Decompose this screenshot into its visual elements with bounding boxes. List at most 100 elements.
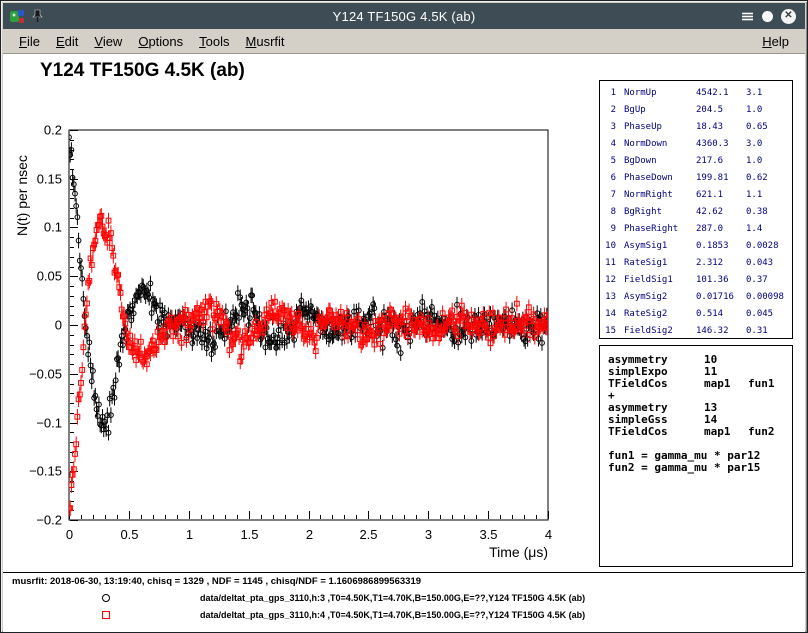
- param-row: 1NormUp4542.13.1: [600, 85, 792, 102]
- param-name: RateSig1: [624, 255, 696, 272]
- menu-help[interactable]: Help: [754, 34, 797, 49]
- legend-marker-square-icon: [102, 611, 110, 619]
- param-value: 217.6: [696, 153, 746, 170]
- param-row: 11 RateSig12.3120.043: [600, 255, 792, 272]
- param-row: 10 AsymSig10.18530.0028: [600, 238, 792, 255]
- param-error: 0.65: [746, 119, 792, 136]
- theory-t-c2: fun2: [748, 426, 792, 438]
- param-value: 2.312: [696, 255, 746, 272]
- param-number: 1: [600, 85, 616, 102]
- param-value: 0.1853: [696, 238, 746, 255]
- param-number: 7: [600, 187, 616, 204]
- plot-canvas: Y124 TF150G 4.5K (ab) −0.2−0.15−0.1−0.05…: [3, 54, 805, 632]
- param-name: BgRight: [624, 204, 696, 221]
- y-axis-label: N(t) per nsec: [14, 155, 30, 236]
- param-row: 5 BgDown217.61.0: [600, 153, 792, 170]
- theory-line: TFieldCosmap1fun2: [608, 426, 792, 438]
- svg-text:2.5: 2.5: [359, 527, 377, 542]
- param-row: 12FieldSig1101.360.37: [600, 272, 792, 289]
- param-number: 10: [600, 238, 616, 255]
- menu-musrfit[interactable]: Musrfit: [238, 34, 293, 49]
- param-number: 11: [600, 255, 616, 272]
- close-icon-glyph: ✕: [781, 9, 796, 24]
- svg-text:0: 0: [55, 318, 62, 333]
- param-number: 13: [600, 289, 616, 306]
- param-name: AsymSig1: [624, 238, 696, 255]
- param-error: 0.0028: [746, 238, 792, 255]
- titlebar[interactable]: Y124 TF150G 4.5K (ab) ✕: [3, 3, 805, 29]
- svg-text:4: 4: [545, 527, 552, 542]
- param-name: FieldSig2: [624, 323, 696, 339]
- svg-text:0.5: 0.5: [120, 527, 138, 542]
- param-value: 287.0: [696, 221, 746, 238]
- x-axis-label: Time (μs): [489, 544, 548, 560]
- svg-text:−0.05: −0.05: [29, 367, 62, 382]
- menu-options[interactable]: Options: [130, 34, 191, 49]
- close-icon[interactable]: ✕: [781, 9, 796, 24]
- theory-t-name: TFieldCos: [608, 378, 704, 390]
- menu-file[interactable]: File: [11, 34, 48, 49]
- theory-t-name: TFieldCos: [608, 426, 704, 438]
- shade-icon[interactable]: [741, 10, 754, 23]
- legend-label: data/deltat_pta_gps_3110,h:3 ,T0=4.50K,T…: [200, 593, 585, 603]
- theory-t-c2: [748, 354, 792, 366]
- param-row: 6PhaseDown199.810.62: [600, 170, 792, 187]
- application-window: Y124 TF150G 4.5K (ab) ✕ FileEditViewOpti…: [0, 0, 808, 633]
- theory-t-c1: map1: [704, 378, 748, 390]
- menu-tools[interactable]: Tools: [191, 34, 237, 49]
- parameter-box: 1NormUp4542.13.12BgUp204.51.03PhaseUp18.…: [599, 80, 793, 339]
- param-value: 146.32: [696, 323, 746, 339]
- param-row: 3PhaseUp18.430.65: [600, 119, 792, 136]
- maximize-icon[interactable]: [762, 11, 773, 22]
- svg-text:−0.15: −0.15: [29, 464, 62, 479]
- param-number: 2: [600, 102, 616, 119]
- param-name: PhaseDown: [624, 170, 696, 187]
- param-error: 0.38: [746, 204, 792, 221]
- svg-text:0.05: 0.05: [37, 269, 62, 284]
- param-name: PhaseRight: [624, 221, 696, 238]
- param-number: 12: [600, 272, 616, 289]
- param-error: 1.4: [746, 221, 792, 238]
- param-row: 9PhaseRight287.01.4: [600, 221, 792, 238]
- menubar-right: Help: [754, 34, 797, 49]
- legend: data/deltat_pta_gps_3110,h:3 ,T0=4.50K,T…: [3, 590, 805, 624]
- svg-text:0.1: 0.1: [44, 220, 62, 235]
- param-row: 2BgUp204.51.0: [600, 102, 792, 119]
- svg-text:0: 0: [66, 527, 73, 542]
- param-number: 14: [600, 306, 616, 323]
- param-name: BgUp: [624, 102, 696, 119]
- menubar-left: FileEditViewOptionsToolsMusrfit: [11, 34, 293, 49]
- app-icon[interactable]: [10, 9, 25, 24]
- param-name: RateSig2: [624, 306, 696, 323]
- param-error: 1.0: [746, 102, 792, 119]
- param-row: 7NormRight621.11.1: [600, 187, 792, 204]
- theory-line: TFieldCosmap1fun1: [608, 378, 792, 390]
- svg-text:0.15: 0.15: [37, 172, 62, 187]
- param-error: 1.0: [746, 153, 792, 170]
- param-number: 6: [600, 170, 616, 187]
- menu-view[interactable]: View: [86, 34, 130, 49]
- data-series-h3: [67, 129, 551, 440]
- param-name: NormRight: [624, 187, 696, 204]
- param-error: 3.0: [746, 136, 792, 153]
- param-number: 8: [600, 204, 616, 221]
- legend-row: data/deltat_pta_gps_3110,h:3 ,T0=4.50K,T…: [3, 590, 805, 607]
- menubar: FileEditViewOptionsToolsMusrfit Help: [3, 29, 805, 54]
- param-value: 101.36: [696, 272, 746, 289]
- musr-histogram-plot[interactable]: −0.2−0.15−0.1−0.0500.050.10.150.200.511.…: [3, 54, 578, 569]
- menu-edit[interactable]: Edit: [48, 34, 86, 49]
- param-error: 0.043: [746, 255, 792, 272]
- param-name: BgDown: [624, 153, 696, 170]
- footer-separator: [3, 572, 805, 573]
- param-number: 5: [600, 153, 616, 170]
- theory-functions: fun1 = gamma_mu * par12fun2 = gamma_mu *…: [608, 450, 792, 474]
- param-error: 0.045: [746, 306, 792, 323]
- svg-text:2: 2: [306, 527, 313, 542]
- pin-icon[interactable]: [31, 9, 44, 23]
- svg-text:−0.1: −0.1: [36, 416, 62, 431]
- param-value: 199.81: [696, 170, 746, 187]
- param-row: 15 FieldSig2146.320.31: [600, 323, 792, 339]
- param-error: 0.31: [746, 323, 792, 339]
- param-name: PhaseUp: [624, 119, 696, 136]
- param-number: 15: [600, 323, 616, 339]
